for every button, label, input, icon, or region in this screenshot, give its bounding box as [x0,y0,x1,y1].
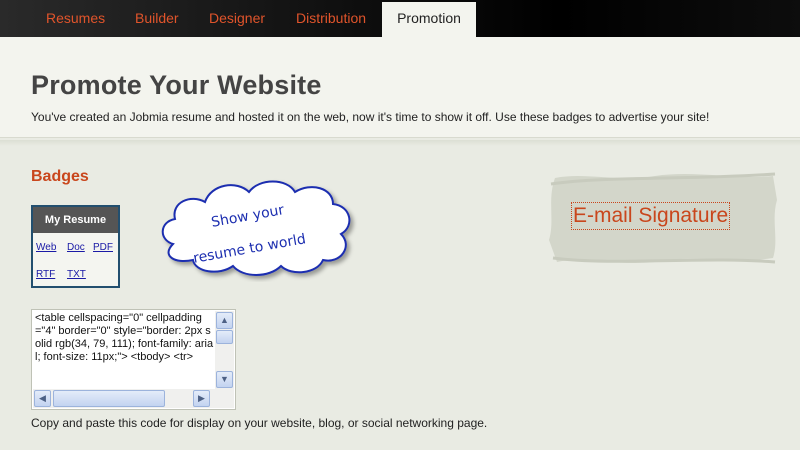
badges-heading: Badges [31,168,89,185]
badge-title: My Resume [33,207,118,233]
scroll-corner [215,389,234,408]
horizontal-scroll-thumb[interactable] [53,390,165,407]
tab-resumes[interactable]: Resumes [46,0,105,37]
cloud-shape [161,180,351,276]
badge-link-txt[interactable]: TXT [67,269,86,280]
tab-promotion[interactable]: Promotion [382,2,476,37]
top-nav: Resumes Builder Designer Distribution Pr… [0,0,800,37]
badge-link-rtf[interactable]: RTF [36,269,55,280]
intro-text: You've created an Jobmia resume and host… [31,110,710,124]
embed-code-textarea[interactable]: <table cellspacing="0" cellpadding="4" b… [31,309,236,410]
triangle-right-icon[interactable]: ▶ [193,390,210,407]
tab-designer[interactable]: Designer [209,0,265,37]
triangle-left-icon[interactable]: ◀ [34,390,51,407]
badge-links: Web Doc PDF RTF TXT [33,233,118,286]
page-title: Promote Your Website [31,70,322,100]
horizontal-scrollbar[interactable]: ◀ ▶ [33,389,215,408]
paste-instructions: Copy and paste this code for display on … [31,416,488,430]
tab-builder[interactable]: Builder [135,0,179,37]
badge-link-web[interactable]: Web [36,242,56,253]
vertical-scroll-thumb[interactable] [216,330,233,344]
tab-distribution[interactable]: Distribution [296,0,366,37]
callout-cloud: Show your resume to world [155,172,360,282]
header-divider [0,140,800,146]
vertical-scrollbar[interactable]: ▲ ▼ [215,311,234,389]
badge-link-doc[interactable]: Doc [67,242,85,253]
email-signature-link[interactable]: E-mail Signature [571,202,731,230]
badge-link-pdf[interactable]: PDF [93,242,113,253]
triangle-down-icon[interactable]: ▼ [216,371,233,388]
triangle-up-icon[interactable]: ▲ [216,312,233,329]
embed-code-text[interactable]: <table cellspacing="0" cellpadding="4" b… [35,312,215,390]
resume-badge: My Resume Web Doc PDF RTF TXT [31,205,120,288]
